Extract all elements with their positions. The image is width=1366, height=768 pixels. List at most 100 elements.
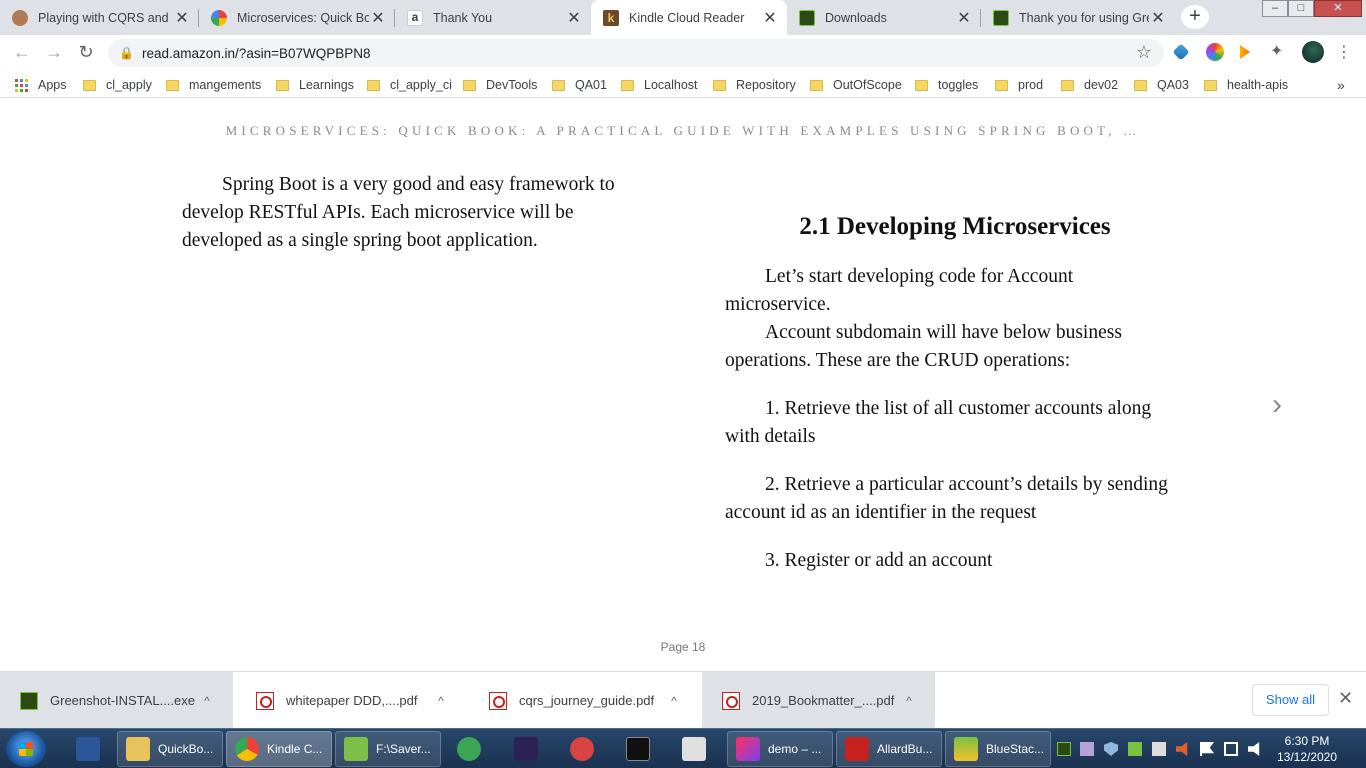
show-all-button[interactable]: Show all xyxy=(1252,684,1329,716)
bookmark-apps[interactable]: Apps xyxy=(15,76,67,94)
chevron-up-icon[interactable]: ^ xyxy=(662,694,686,708)
display-icon[interactable] xyxy=(1224,742,1238,756)
system-clock[interactable]: 6:30 PM 13/12/2020 xyxy=(1272,733,1342,765)
download-filename: whitepaper DDD,....pdf xyxy=(286,693,418,708)
taskbar-item[interactable]: QuickBo... xyxy=(117,731,223,767)
folder-icon xyxy=(166,79,179,91)
bookmark-folder[interactable]: prod xyxy=(995,76,1043,94)
network-icon[interactable] xyxy=(1152,742,1166,756)
bluestacks-tray-icon[interactable] xyxy=(1128,742,1142,756)
bookmarks-overflow-button[interactable]: » xyxy=(1337,76,1345,94)
bookmark-folder[interactable]: health-apis xyxy=(1204,76,1288,94)
taskbar-item[interactable] xyxy=(68,731,106,767)
shield-icon[interactable] xyxy=(1104,742,1118,756)
bookmark-folder[interactable]: Localhost xyxy=(621,76,698,94)
greenshot-icon xyxy=(20,691,38,710)
folder-icon xyxy=(83,79,96,91)
tab-thank-you[interactable]: a Thank You ✕ xyxy=(395,0,591,35)
taskbar-item[interactable]: demo – ... xyxy=(727,731,833,767)
start-button[interactable] xyxy=(6,731,46,767)
download-filename: 2019_Bookmatter_....pdf xyxy=(752,693,895,708)
close-icon[interactable]: ✕ xyxy=(1149,8,1167,28)
tab-microservices[interactable]: Microservices: Quick Boo ✕ xyxy=(199,0,395,35)
taskbar-label: AllardBu... xyxy=(877,742,933,756)
taskbar-item[interactable]: F:\Saver... xyxy=(335,731,441,767)
clock-app-icon xyxy=(457,737,481,761)
bookmark-folder[interactable]: dev02 xyxy=(1061,76,1118,94)
taskbar-item[interactable] xyxy=(674,731,716,767)
bookmark-label: DevTools xyxy=(486,78,538,92)
forward-button[interactable]: → xyxy=(42,41,66,65)
taskbar-item[interactable] xyxy=(449,731,491,767)
maximize-button[interactable]: □ xyxy=(1288,0,1314,17)
eyedropper-extension-icon[interactable] xyxy=(1172,43,1190,61)
close-icon[interactable]: ✕ xyxy=(955,8,973,28)
taskbar-item[interactable]: Kindle C... xyxy=(226,731,332,767)
bookmark-folder[interactable]: QA01 xyxy=(552,76,607,94)
right-page-column: 2.1 Developing Microservices Let’s start… xyxy=(725,213,1175,575)
bookmark-folder[interactable]: Repository xyxy=(713,76,796,94)
close-icon[interactable]: ✕ xyxy=(173,8,191,28)
menu-icon[interactable]: ⋮ xyxy=(1336,42,1352,62)
tab-cqrs[interactable]: Playing with CQRS and E ✕ xyxy=(0,0,199,35)
pdf-icon xyxy=(256,691,274,710)
bookmark-label: toggles xyxy=(938,78,979,92)
taskbar-item[interactable]: AllardBu... xyxy=(836,731,942,767)
taskbar-item[interactable] xyxy=(506,731,548,767)
url-text[interactable]: read.amazon.in/?asin=B07WQPBPN8 xyxy=(142,46,371,61)
tab-title: Kindle Cloud Reader xyxy=(629,10,745,25)
bookmark-label: Apps xyxy=(38,78,67,92)
bookmark-star-icon[interactable]: ☆ xyxy=(1136,42,1152,63)
new-tab-button[interactable]: + xyxy=(1181,5,1209,29)
folder-icon xyxy=(126,737,150,761)
download-item[interactable]: cqrs_journey_guide.pdf ^ xyxy=(469,672,700,729)
close-icon[interactable]: ✕ xyxy=(1338,688,1353,709)
color-wheel-extension-icon[interactable] xyxy=(1206,43,1224,61)
back-button[interactable]: ← xyxy=(10,41,34,65)
reload-icon: ↻ xyxy=(78,42,94,62)
taskbar-item[interactable] xyxy=(562,731,604,767)
download-item[interactable]: Greenshot-INSTAL....exe ^ xyxy=(0,672,233,729)
bookmark-folder[interactable]: OutOfScope xyxy=(810,76,902,94)
bookmark-folder[interactable]: mangements xyxy=(166,76,261,94)
tray-app-icon[interactable] xyxy=(1080,742,1094,756)
bookmark-folder[interactable]: Learnings xyxy=(276,76,354,94)
folder-icon xyxy=(995,79,1008,91)
chevron-up-icon[interactable]: ^ xyxy=(429,694,453,708)
volume-icon[interactable] xyxy=(1176,742,1188,756)
play-extension-icon[interactable] xyxy=(1240,45,1250,59)
download-item[interactable]: whitepaper DDD,....pdf ^ xyxy=(236,672,467,729)
word-icon xyxy=(76,737,100,761)
puzzle-extensions-icon[interactable]: ✦ xyxy=(1270,43,1288,61)
speaker-icon[interactable] xyxy=(1248,742,1260,756)
tab-downloads[interactable]: Downloads ✕ xyxy=(787,0,981,35)
greenshot-tray-icon[interactable] xyxy=(1057,742,1071,756)
folder-icon xyxy=(463,79,476,91)
taskbar-item[interactable] xyxy=(618,731,660,767)
next-page-button[interactable]: › xyxy=(1272,388,1282,422)
action-center-flag-icon[interactable] xyxy=(1200,742,1214,756)
section-heading: 2.1 Developing Microservices xyxy=(799,213,1111,240)
minimize-button[interactable]: – xyxy=(1262,0,1288,17)
bookmark-folder[interactable]: DevTools xyxy=(463,76,537,94)
close-icon[interactable]: ✕ xyxy=(761,8,779,28)
download-item[interactable]: 2019_Bookmatter_....pdf ^ xyxy=(702,672,935,729)
address-bar[interactable]: 🔒 read.amazon.in/?asin=B07WQPBPN8 ☆ xyxy=(108,39,1164,67)
close-icon[interactable]: ✕ xyxy=(565,8,583,28)
avatar[interactable] xyxy=(1302,41,1324,63)
chevron-up-icon[interactable]: ^ xyxy=(897,694,921,708)
bookmark-folder[interactable]: toggles xyxy=(915,76,978,94)
tab-greenshot-thanks[interactable]: Thank you for using Gree ✕ xyxy=(981,0,1175,35)
chevron-up-icon[interactable]: ^ xyxy=(195,694,219,708)
reload-button[interactable]: ↻ xyxy=(74,41,98,65)
tab-kindle-cloud-reader[interactable]: k Kindle Cloud Reader ✕ xyxy=(591,0,787,35)
arrow-right-icon: → xyxy=(45,42,63,62)
browser-toolbar: ← → ↻ 🔒 read.amazon.in/?asin=B07WQPBPN8 … xyxy=(0,35,1366,70)
close-icon[interactable]: ✕ xyxy=(369,8,387,28)
taskbar-item[interactable]: BlueStac... xyxy=(945,731,1051,767)
window-close-button[interactable]: ✕ xyxy=(1314,0,1362,17)
bookmark-folder[interactable]: cl_apply_ci xyxy=(367,76,452,94)
bookmark-folder[interactable]: QA03 xyxy=(1134,76,1189,94)
arrow-left-icon: ← xyxy=(13,42,31,62)
bookmark-folder[interactable]: cl_apply xyxy=(83,76,152,94)
